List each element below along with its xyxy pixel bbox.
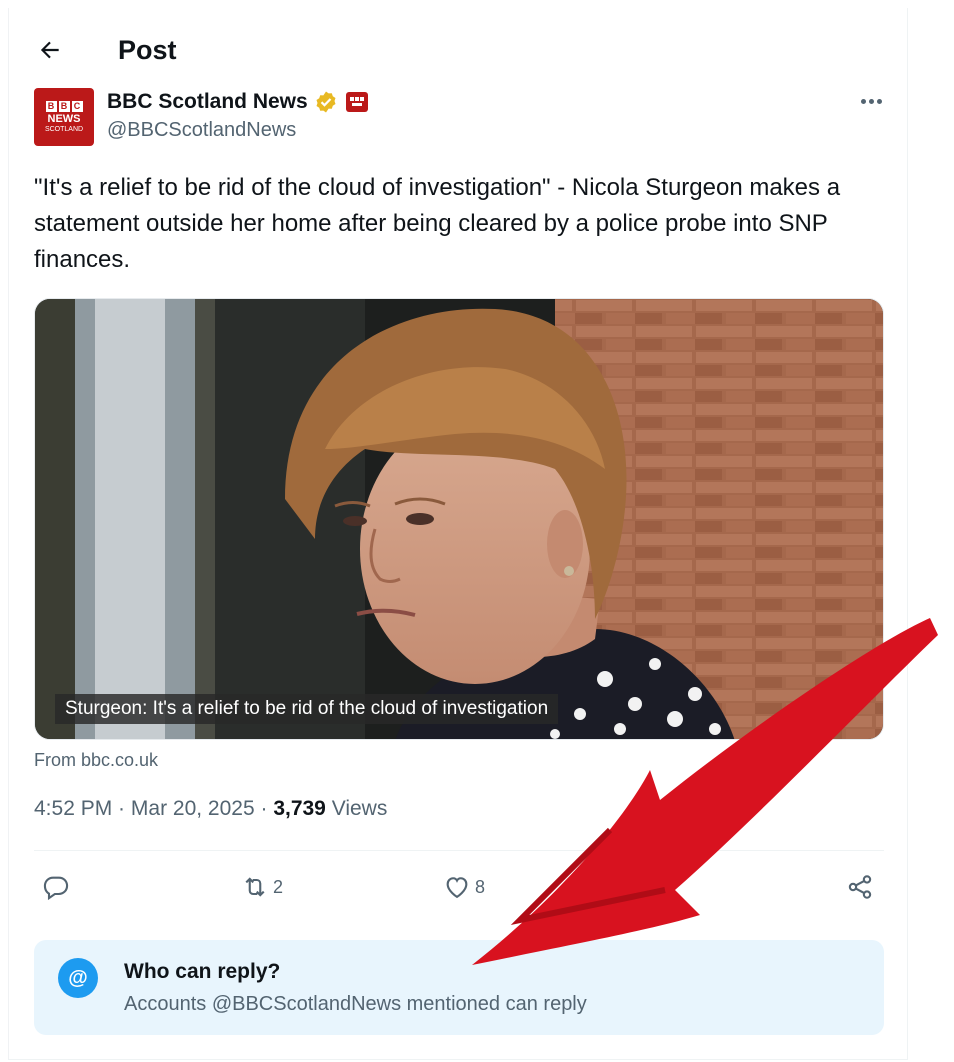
- meta-separator: ·: [112, 797, 131, 820]
- who-can-reply-description: Accounts @BBCScotlandNews mentioned can …: [124, 993, 587, 1015]
- bookmark-button[interactable]: [645, 870, 673, 904]
- post-header: Post: [34, 28, 177, 72]
- tweet-text: "It's a relief to be rid of the cloud of…: [34, 174, 841, 273]
- like-button[interactable]: 8: [443, 870, 485, 904]
- repost-count: 2: [273, 876, 284, 897]
- divider: [34, 850, 884, 851]
- views-count: 3,739: [273, 797, 326, 820]
- heart-icon: [446, 877, 468, 899]
- tweet-media[interactable]: Sturgeon: It's a relief to be rid of the…: [34, 298, 884, 740]
- reply-icon: [43, 876, 69, 901]
- like-count: 8: [475, 876, 486, 897]
- verified-badge-icon[interactable]: [314, 90, 338, 114]
- avatar[interactable]: B B C NEWS SCOTLAND: [34, 88, 94, 146]
- more-options-icon[interactable]: [856, 94, 886, 108]
- who-can-reply-title: Who can reply?: [124, 960, 281, 983]
- views-label: Views: [325, 797, 388, 820]
- media-caption: Sturgeon: It's a relief to be rid of the…: [55, 694, 559, 724]
- author-display-name[interactable]: BBC Scotland News: [107, 90, 308, 114]
- author-name-row: BBC Scotland News: [107, 88, 368, 116]
- share-button[interactable]: [846, 870, 874, 904]
- page-title: Post: [118, 34, 177, 65]
- news-photo: [35, 299, 883, 739]
- repost-button[interactable]: 2: [241, 870, 283, 904]
- post-time[interactable]: 4:52 PM: [34, 797, 112, 820]
- mention-icon: @: [58, 958, 98, 998]
- avatar-scotland-text: SCOTLAND: [44, 125, 84, 133]
- affiliate-badge-icon[interactable]: [345, 92, 368, 112]
- share-icon: [848, 875, 872, 899]
- post-date[interactable]: Mar 20, 2025: [131, 797, 255, 820]
- author-handle[interactable]: @BBCScotlandNews: [107, 119, 296, 142]
- meta-separator: ·: [254, 797, 274, 820]
- who-can-reply-notice: @ Who can reply? Accounts @BBCScotlandNe…: [34, 940, 884, 1035]
- bookmark-icon: [650, 876, 668, 900]
- bbc-logo: B B C: [45, 100, 83, 112]
- avatar-news-text: NEWS: [47, 112, 81, 125]
- reply-button[interactable]: [42, 870, 70, 904]
- repost-icon: [245, 877, 265, 897]
- back-arrow-icon[interactable]: [34, 34, 66, 66]
- media-source-link[interactable]: From bbc.co.uk: [34, 750, 158, 771]
- post-metadata: 4:52 PM · Mar 20, 2025 · 3,739 Views: [34, 797, 387, 821]
